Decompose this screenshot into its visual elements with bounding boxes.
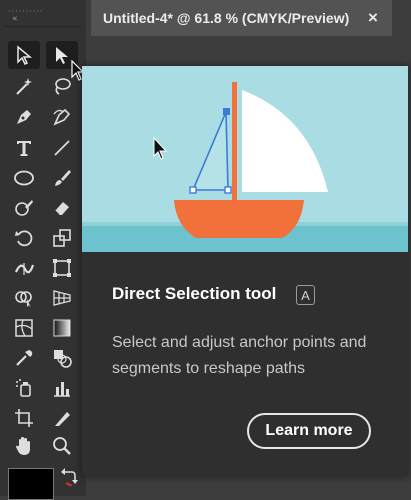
free-transform-tool-icon[interactable] <box>46 254 78 282</box>
close-tab-icon[interactable]: × <box>368 8 378 28</box>
slice-tool-icon[interactable] <box>46 404 78 432</box>
eyedropper-tool-icon[interactable] <box>8 344 40 372</box>
collapse-panel-icon[interactable]: « <box>12 14 18 24</box>
column-graph-tool-icon[interactable] <box>46 374 78 402</box>
fill-color-swatch[interactable] <box>8 468 54 500</box>
tool-tip-description: Select and adjust anchor points and segm… <box>112 334 367 377</box>
symbol-sprayer-tool-icon[interactable] <box>8 374 40 402</box>
type-tool-icon[interactable] <box>8 134 40 162</box>
paintbrush-tool-icon[interactable] <box>46 164 78 192</box>
swap-fill-stroke-icon[interactable] <box>58 466 80 486</box>
tool-tip-card: Direct Selection tool A Select and adjus… <box>82 66 408 476</box>
sailboat-illustration <box>82 66 408 252</box>
eraser-tool-icon[interactable] <box>46 194 78 222</box>
blend-tool-icon[interactable] <box>46 344 78 372</box>
pen-tool-icon[interactable] <box>8 103 40 131</box>
zoom-tool-icon[interactable] <box>46 432 78 460</box>
shortcut-key-badge: A <box>296 285 315 305</box>
hand-tool-icon[interactable] <box>8 432 40 460</box>
document-tab[interactable]: Untitled-4* @ 61.8 % (CMYK/Preview) × <box>91 0 392 36</box>
mesh-tool-icon[interactable] <box>8 314 40 342</box>
width-tool-icon[interactable] <box>8 254 40 282</box>
ellipse-tool-icon[interactable] <box>8 164 40 192</box>
shaper-tool-icon[interactable] <box>8 194 40 222</box>
curvature-tool-icon[interactable] <box>46 103 78 131</box>
shape-builder-tool-icon[interactable] <box>8 284 40 312</box>
tool-tip-title: Direct Selection tool <box>112 284 277 303</box>
artboard-tool-icon[interactable] <box>8 404 40 432</box>
magic-wand-tool-icon[interactable] <box>8 72 40 100</box>
gradient-tool-icon[interactable] <box>46 314 78 342</box>
rotate-tool-icon[interactable] <box>8 224 40 252</box>
scale-tool-icon[interactable] <box>46 224 78 252</box>
document-tab-bar: Untitled-4* @ 61.8 % (CMYK/Preview) × <box>86 0 411 36</box>
perspective-grid-tool-icon[interactable] <box>46 284 78 312</box>
document-tab-title: Untitled-4* @ 61.8 % (CMYK/Preview) <box>103 10 350 26</box>
panel-divider <box>4 26 82 27</box>
line-segment-tool-icon[interactable] <box>46 134 78 162</box>
direct-selection-tool-icon[interactable] <box>8 41 40 69</box>
learn-more-button[interactable]: Learn more <box>247 413 371 449</box>
